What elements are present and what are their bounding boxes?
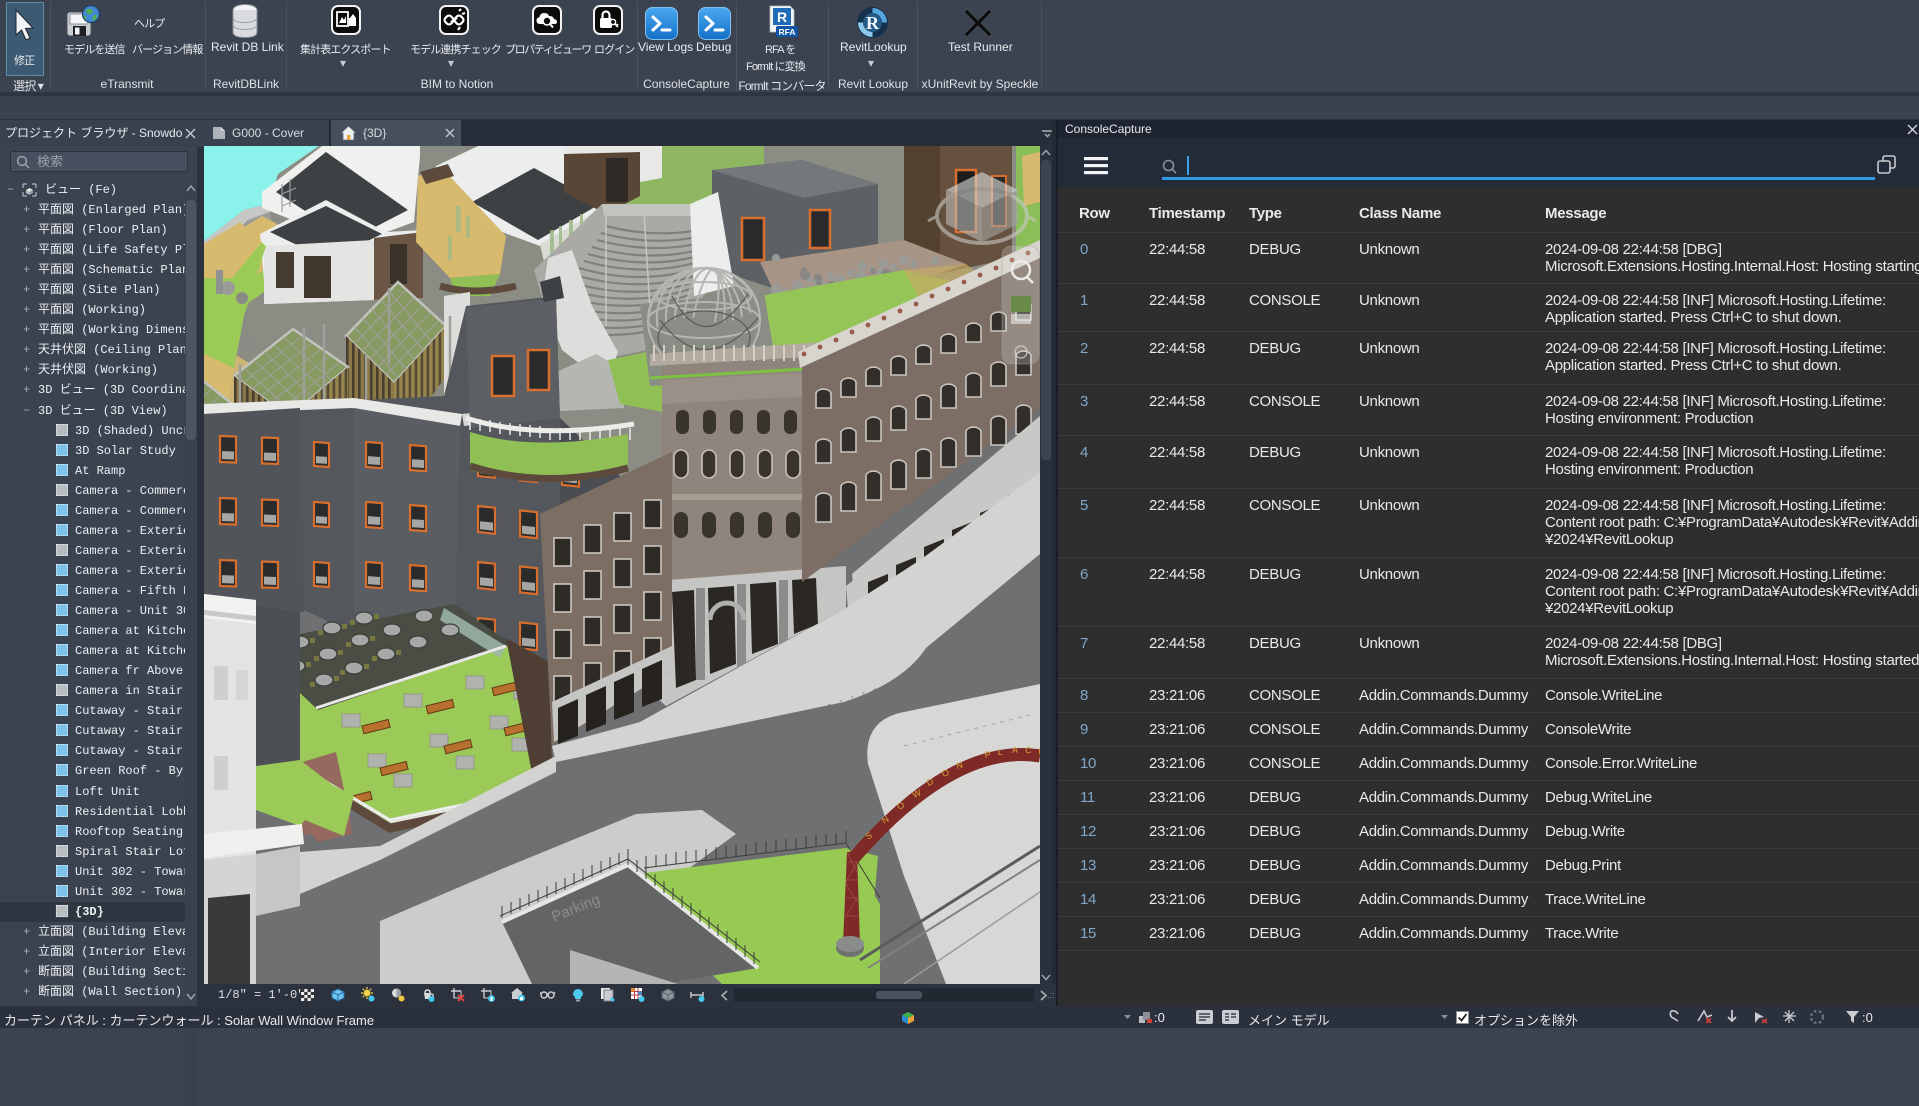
svg-text:P: P [984,749,991,760]
svg-text:R: R [777,9,787,25]
svg-text:R: R [866,13,880,33]
svg-text:RFA: RFA [779,27,796,37]
svg-text:L: L [997,747,1003,757]
svg-text:C: C [1025,745,1033,755]
svg-text:A: A [1012,745,1018,755]
